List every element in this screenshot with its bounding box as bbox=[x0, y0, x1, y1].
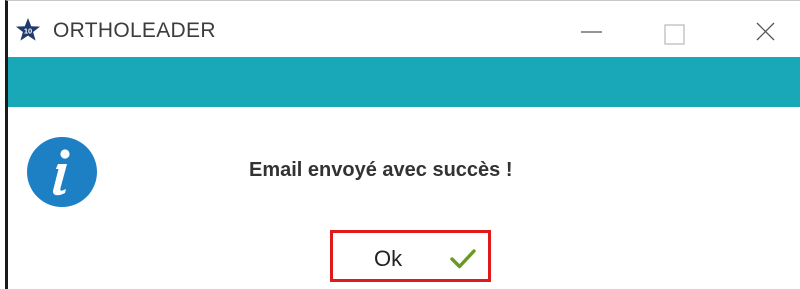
close-icon bbox=[756, 22, 775, 41]
window-title: ORTHOLEADER bbox=[53, 19, 216, 42]
info-icon bbox=[26, 136, 98, 208]
title-bar[interactable]: 10 ORTHOLEADER bbox=[8, 1, 800, 57]
checkmark-icon bbox=[450, 248, 476, 270]
ok-button[interactable]: Ok bbox=[330, 230, 491, 282]
close-button[interactable] bbox=[720, 1, 800, 57]
ok-button-label: Ok bbox=[374, 246, 403, 271]
minimize-button[interactable] bbox=[551, 1, 641, 57]
dialog-window: 10 ORTHOLEADER Email envoyé avec succès … bbox=[5, 0, 800, 289]
svg-text:10: 10 bbox=[24, 27, 32, 36]
dialog-message: Email envoyé avec succès ! bbox=[249, 159, 513, 181]
ok-button-face[interactable]: Ok bbox=[338, 238, 483, 274]
maximize-icon bbox=[664, 24, 685, 45]
accent-header-bar bbox=[8, 57, 800, 107]
minimize-icon bbox=[581, 31, 602, 33]
app-logo-icon: 10 bbox=[15, 17, 41, 43]
maximize-button[interactable] bbox=[630, 1, 720, 57]
dialog-content: Email envoyé avec succès ! Ok bbox=[8, 107, 800, 289]
